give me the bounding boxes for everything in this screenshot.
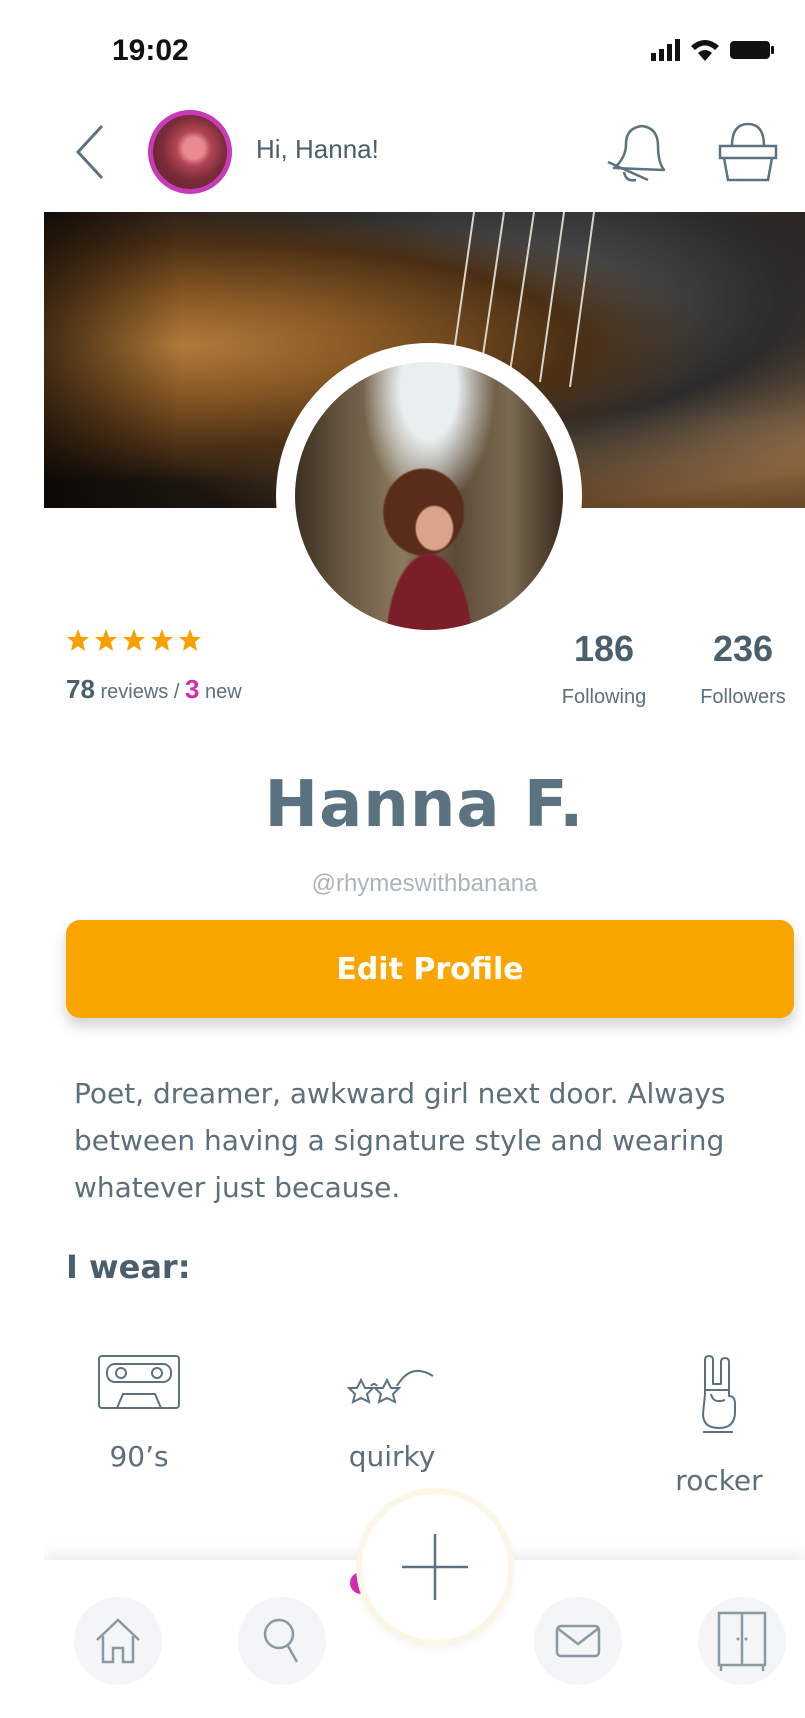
style-item-rocker[interactable]: rocker	[634, 1354, 804, 1497]
basket-icon	[718, 122, 778, 182]
rating-stars	[66, 628, 202, 652]
closet-icon	[717, 1611, 767, 1671]
profile-screen: 19:02 Hi, Hanna! 78 reviews / 3 new 186 …	[44, 0, 805, 1718]
status-icons	[651, 38, 775, 62]
cassette-icon	[98, 1355, 180, 1409]
status-time: 19:02	[112, 34, 189, 67]
nav-search[interactable]	[238, 1597, 326, 1685]
profile-name: Hanna F.	[264, 768, 585, 842]
style-label: quirky	[348, 1440, 436, 1473]
reviews-count: 78	[66, 674, 95, 704]
style-item-quirky[interactable]: quirky	[307, 1354, 477, 1473]
basket-button[interactable]	[714, 118, 782, 186]
star-icon	[151, 629, 173, 651]
battery-icon	[730, 41, 774, 59]
profile-photo[interactable]	[295, 362, 563, 630]
edit-profile-button[interactable]: Edit Profile	[66, 920, 794, 1018]
followers-count: 236	[712, 628, 774, 669]
star-icon	[179, 629, 201, 651]
wifi-icon	[691, 40, 719, 61]
greeting-text: Hi, Hanna!	[256, 134, 379, 164]
following-stat[interactable]: 186 Following	[544, 628, 664, 709]
followers-label: Followers	[700, 686, 786, 708]
star-icon	[67, 629, 89, 651]
avatar[interactable]	[148, 110, 232, 194]
new-reviews-count: 3	[184, 674, 200, 704]
home-icon	[96, 1618, 140, 1664]
notifications-button[interactable]	[604, 118, 668, 186]
back-button[interactable]	[70, 120, 110, 184]
nav-messages[interactable]	[534, 1597, 622, 1685]
style-label: rocker	[675, 1464, 763, 1497]
nav-home[interactable]	[74, 1597, 162, 1685]
chevron-left-icon	[75, 124, 104, 180]
star-icon	[95, 629, 117, 651]
mail-icon	[555, 1624, 601, 1658]
signal-icon	[651, 39, 680, 61]
following-label: Following	[561, 686, 647, 708]
reviews-label: reviews /	[100, 681, 180, 703]
search-icon	[263, 1618, 299, 1663]
followers-stat[interactable]: 236 Followers	[678, 628, 805, 709]
new-label: new	[204, 681, 242, 703]
bell-icon	[607, 124, 666, 182]
add-button[interactable]	[362, 1494, 508, 1640]
reviews-summary[interactable]: 78 reviews / 3 new	[66, 674, 242, 705]
plus-icon	[402, 1534, 468, 1600]
profile-handle: @rhymeswithbanana	[311, 870, 538, 897]
wear-section-title: I wear:	[66, 1248, 191, 1286]
profile-bio: Poet, dreamer, awkward girl next door. A…	[74, 1077, 726, 1204]
star-glasses-icon	[347, 1369, 434, 1404]
rock-hand-icon	[702, 1355, 736, 1433]
following-count: 186	[573, 628, 635, 669]
style-item-90s[interactable]: 90’s	[54, 1354, 224, 1473]
style-label: 90’s	[109, 1440, 169, 1473]
star-icon	[123, 629, 145, 651]
nav-closet[interactable]	[698, 1597, 786, 1685]
